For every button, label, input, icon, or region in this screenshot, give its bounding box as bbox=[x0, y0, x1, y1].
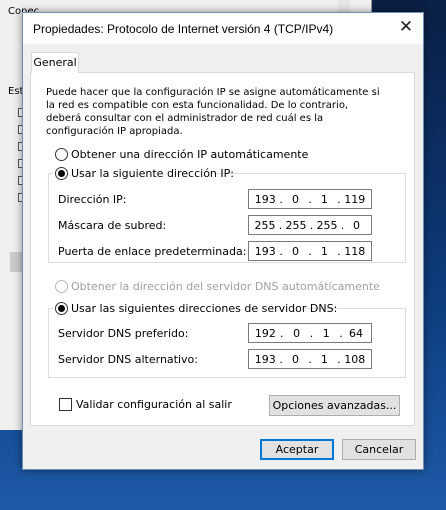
octet: 193 bbox=[254, 244, 276, 258]
octet: 193 bbox=[254, 192, 276, 206]
octet: 118 bbox=[344, 244, 366, 258]
octet: 108 bbox=[344, 352, 366, 366]
octet: 0 bbox=[292, 352, 300, 366]
preferred-dns-label: Servidor DNS preferido: bbox=[58, 327, 189, 340]
octet: 1 bbox=[322, 326, 330, 340]
subnet-mask-label: Máscara de subred: bbox=[58, 219, 167, 232]
octet: 255 bbox=[285, 218, 307, 232]
ip-address-field[interactable]: 193. 0. 1. 119 bbox=[248, 189, 372, 209]
ip-auto-radio[interactable] bbox=[55, 148, 68, 161]
alternate-dns-field[interactable]: 193. 0. 1. 108 bbox=[248, 349, 372, 369]
close-icon[interactable]: ✕ bbox=[397, 19, 415, 37]
octet: 192 bbox=[254, 326, 276, 340]
octet: 0 bbox=[292, 244, 300, 258]
preferred-dns-field[interactable]: 192. 0. 1. 64 bbox=[248, 323, 372, 343]
gateway-field[interactable]: 193. 0. 1. 118 bbox=[248, 241, 372, 261]
octet: 193 bbox=[254, 352, 276, 366]
octet: 1 bbox=[320, 192, 328, 206]
gateway-label: Puerta de enlace predeterminada: bbox=[58, 245, 247, 258]
subnet-mask-field[interactable]: 255. 255. 255. 0 bbox=[248, 215, 372, 235]
dns-auto-radio[interactable] bbox=[55, 280, 68, 293]
octet: 0 bbox=[353, 218, 360, 232]
ip-address-label: Dirección IP: bbox=[58, 193, 127, 206]
intro-text: Puede hacer que la configuración IP se a… bbox=[46, 87, 380, 137]
ip-manual-label[interactable]: Usar la siguiente dirección IP: bbox=[71, 167, 234, 180]
advanced-options-button[interactable]: Opciones avanzadas... bbox=[269, 395, 400, 416]
general-panel: Puede hacer que la configuración IP se a… bbox=[30, 72, 415, 426]
octet: 1 bbox=[320, 352, 328, 366]
validate-label[interactable]: Validar configuración al salir bbox=[76, 398, 232, 411]
alternate-dns-label: Servidor DNS alternativo: bbox=[58, 353, 198, 366]
validate-checkbox[interactable] bbox=[59, 398, 72, 411]
dialog-title: Propiedades: Protocolo de Internet versi… bbox=[33, 22, 334, 36]
octet: 255 bbox=[316, 218, 338, 232]
ip-manual-radio[interactable] bbox=[55, 167, 68, 180]
dns-manual-label[interactable]: Usar las siguientes direcciones de servi… bbox=[71, 302, 337, 315]
tcpip-properties-dialog: Propiedades: Protocolo de Internet versi… bbox=[22, 12, 424, 470]
octet: 0 bbox=[293, 326, 301, 340]
octet: 119 bbox=[344, 192, 366, 206]
tab-general[interactable]: General bbox=[31, 52, 79, 73]
octet: 64 bbox=[348, 326, 363, 340]
octet: 0 bbox=[292, 192, 300, 206]
octet: 255 bbox=[254, 218, 276, 232]
dns-auto-label[interactable]: Obtener la dirección del servidor DNS au… bbox=[71, 280, 380, 293]
dns-manual-radio[interactable] bbox=[55, 302, 68, 315]
ip-auto-label[interactable]: Obtener una dirección IP automáticamente bbox=[71, 148, 308, 161]
ok-button[interactable]: Aceptar bbox=[260, 439, 334, 460]
cancel-button[interactable]: Cancelar bbox=[342, 439, 416, 460]
octet: 1 bbox=[320, 244, 328, 258]
dialog-titlebar: Propiedades: Protocolo de Internet versi… bbox=[23, 13, 423, 44]
